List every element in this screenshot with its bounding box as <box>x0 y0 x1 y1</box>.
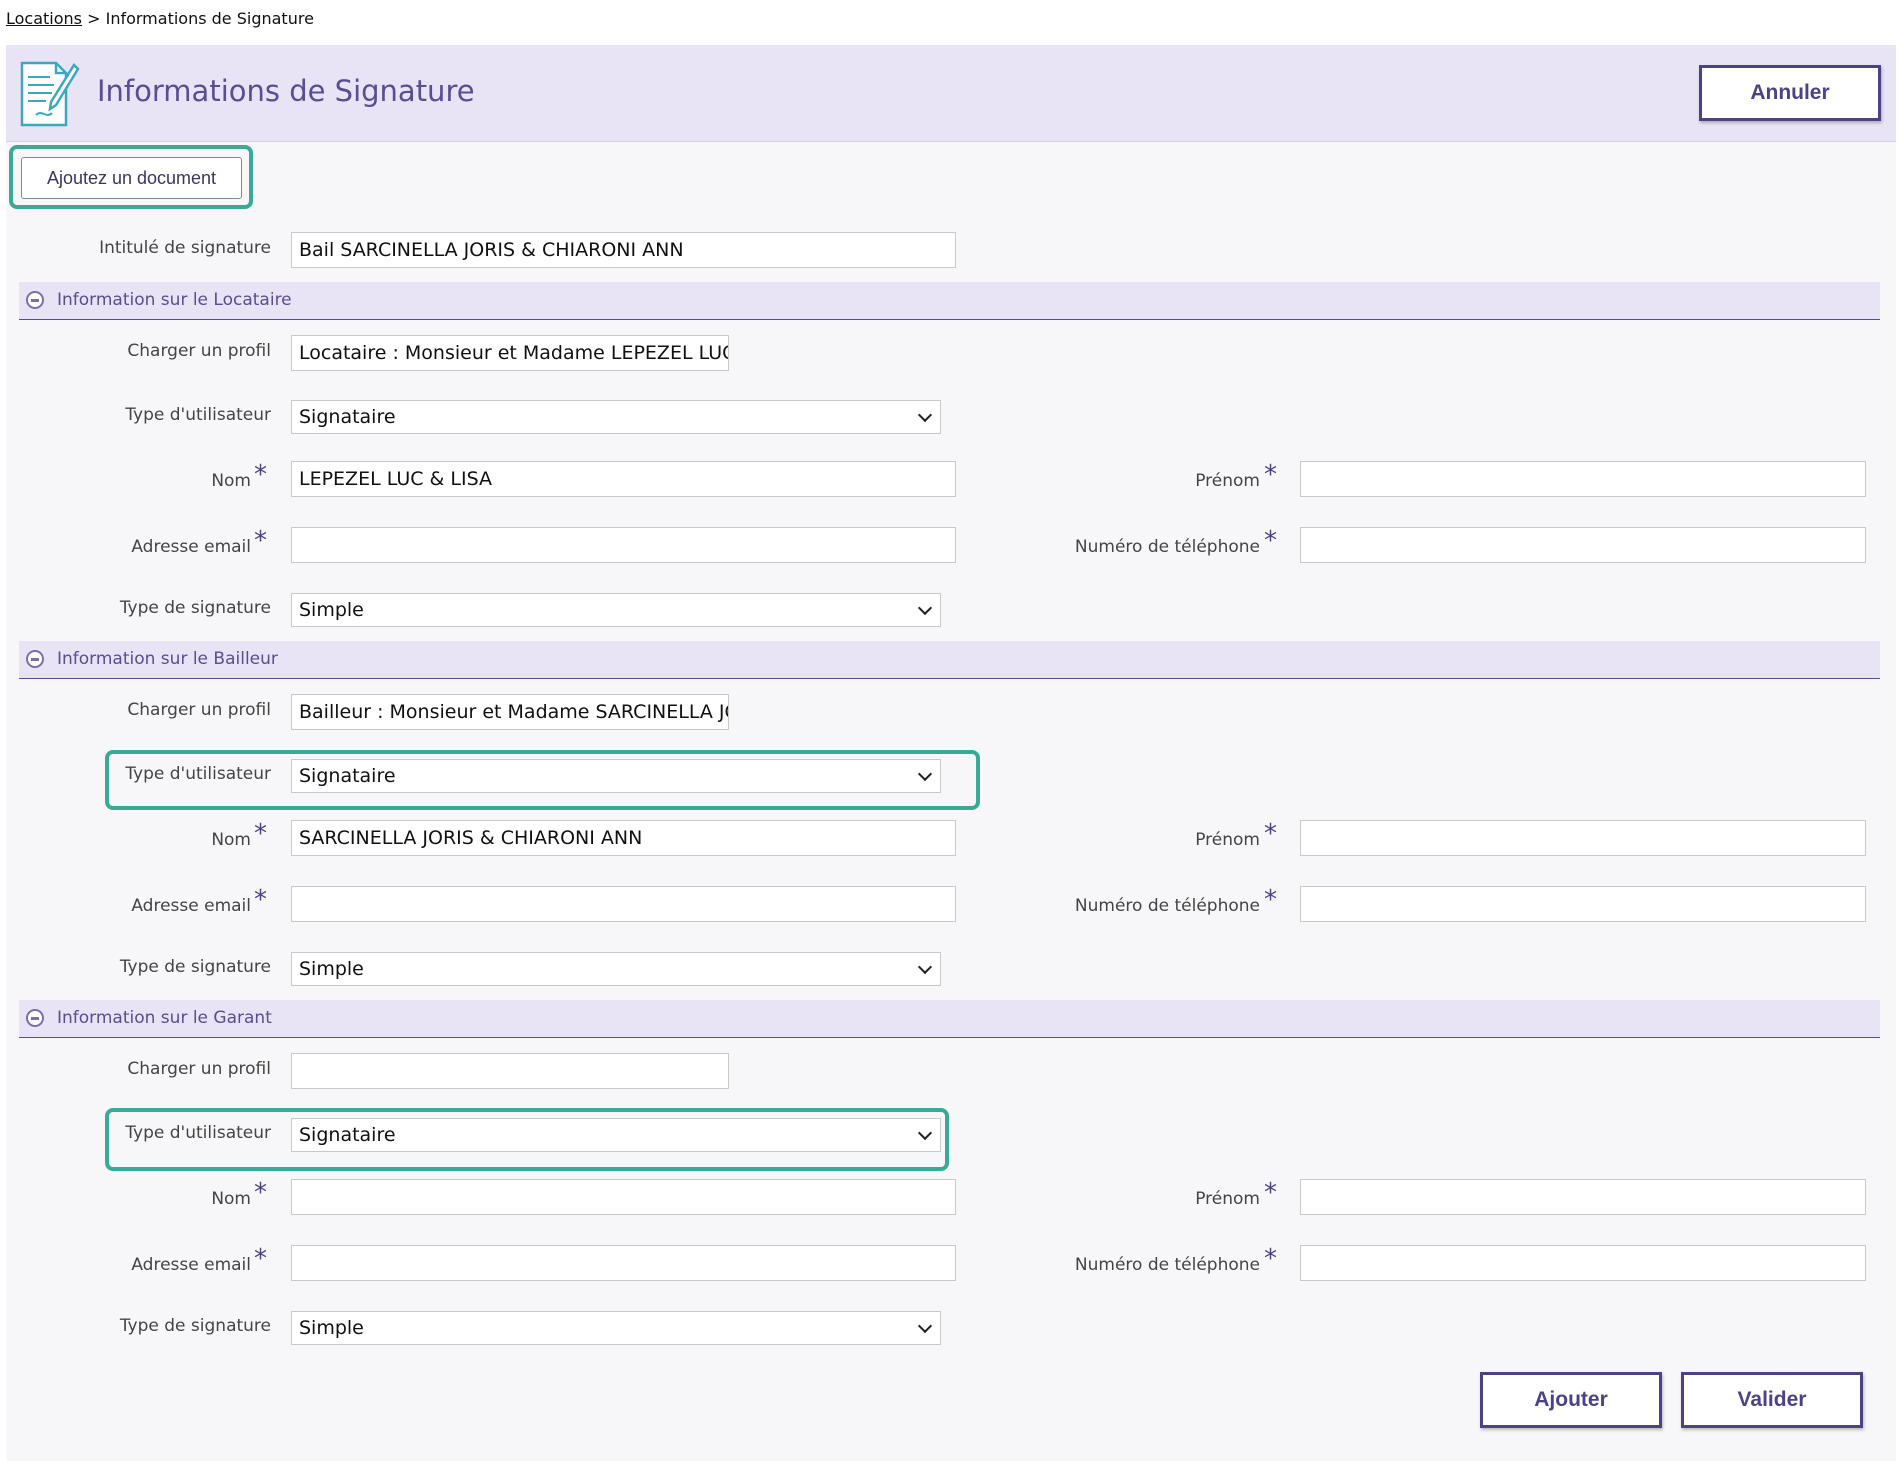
breadcrumb-separator: > <box>82 9 106 28</box>
user-type-label: Type d'utilisateur <box>125 1123 271 1143</box>
phone-input-garant[interactable] <box>1300 1245 1866 1281</box>
collapse-icon[interactable] <box>26 650 44 668</box>
sig-type-select-locataire[interactable]: Simple <box>291 593 941 627</box>
required-asterisk: * <box>254 1244 267 1274</box>
section-header-bailleur[interactable]: Information sur le Bailleur <box>19 641 1880 679</box>
email-label: Adresse email <box>131 537 251 557</box>
breadcrumb-current: Informations de Signature <box>105 9 314 28</box>
signature-title-label: Intitulé de signature <box>99 238 271 258</box>
nom-label: Nom <box>211 471 251 491</box>
nom-label: Nom <box>211 1189 251 1209</box>
sig-type-label: Type de signature <box>119 1316 271 1336</box>
section-title: Information sur le Locataire <box>57 290 292 310</box>
required-asterisk: * <box>254 819 267 849</box>
required-asterisk: * <box>254 885 267 915</box>
required-asterisk: * <box>1264 526 1277 556</box>
prenom-label: Prénom <box>1195 830 1260 850</box>
user-type-value: Signataire <box>299 765 396 787</box>
nom-input-garant[interactable] <box>291 1179 956 1215</box>
profile-label: Charger un profil <box>127 700 271 720</box>
user-type-label: Type d'utilisateur <box>125 764 271 784</box>
prenom-label: Prénom <box>1195 471 1260 491</box>
user-type-value: Signataire <box>299 406 396 428</box>
nom-input-bailleur[interactable]: SARCINELLA JORIS & CHIARONI ANN <box>291 820 956 856</box>
cancel-button[interactable]: Annuler <box>1699 65 1881 121</box>
user-type-select-bailleur[interactable]: Signataire <box>291 759 941 793</box>
user-type-value: Signataire <box>299 1124 396 1146</box>
chevron-down-icon <box>917 766 933 782</box>
section-title: Information sur le Bailleur <box>57 649 278 669</box>
main-panel: Informations de Signature Annuler Ajoute… <box>6 45 1896 1461</box>
section-header-locataire[interactable]: Information sur le Locataire <box>19 282 1880 320</box>
breadcrumb-link-locations[interactable]: Locations <box>6 9 82 28</box>
chevron-down-icon <box>917 600 933 616</box>
required-asterisk: * <box>1264 1244 1277 1274</box>
prenom-input-bailleur[interactable] <box>1300 820 1866 856</box>
chevron-down-icon <box>917 1125 933 1141</box>
email-label: Adresse email <box>131 1255 251 1275</box>
sig-type-value: Simple <box>299 599 364 621</box>
profile-label: Charger un profil <box>127 1059 271 1079</box>
chevron-down-icon <box>917 959 933 975</box>
section-header-garant[interactable]: Information sur le Garant <box>19 1000 1880 1038</box>
section-title: Information sur le Garant <box>57 1008 272 1028</box>
breadcrumb: Locations > Informations de Signature <box>6 9 314 28</box>
sig-type-select-garant[interactable]: Simple <box>291 1311 941 1345</box>
sig-type-value: Simple <box>299 958 364 980</box>
phone-label: Numéro de téléphone <box>1074 537 1260 557</box>
required-asterisk: * <box>254 526 267 556</box>
nom-input-locataire[interactable]: LEPEZEL LUC & LISA <box>291 461 956 497</box>
required-asterisk: * <box>254 1178 267 1208</box>
phone-label: Numéro de téléphone <box>1074 1255 1260 1275</box>
user-type-label: Type d'utilisateur <box>125 405 271 425</box>
page-header: Informations de Signature Annuler <box>6 45 1896 142</box>
prenom-input-locataire[interactable] <box>1300 461 1866 497</box>
add-document-button[interactable]: Ajoutez un document <box>21 157 242 199</box>
required-asterisk: * <box>1264 885 1277 915</box>
profile-label: Charger un profil <box>127 341 271 361</box>
collapse-icon[interactable] <box>26 1009 44 1027</box>
sig-type-label: Type de signature <box>119 598 271 618</box>
email-input-garant[interactable] <box>291 1245 956 1281</box>
nom-label: Nom <box>211 830 251 850</box>
email-input-locataire[interactable] <box>291 527 956 563</box>
profile-input-locataire[interactable]: Locataire : Monsieur et Madame LEPEZEL L… <box>291 335 729 371</box>
sig-type-select-bailleur[interactable]: Simple <box>291 952 941 986</box>
collapse-icon[interactable] <box>26 291 44 309</box>
required-asterisk: * <box>1264 460 1277 490</box>
required-asterisk: * <box>1264 1178 1277 1208</box>
user-type-select-garant[interactable]: Signataire <box>291 1118 941 1152</box>
email-label: Adresse email <box>131 896 251 916</box>
required-asterisk: * <box>1264 819 1277 849</box>
validate-button[interactable]: Valider <box>1681 1372 1863 1428</box>
prenom-label: Prénom <box>1195 1189 1260 1209</box>
chevron-down-icon <box>917 407 933 423</box>
add-button[interactable]: Ajouter <box>1480 1372 1662 1428</box>
sig-type-value: Simple <box>299 1317 364 1339</box>
profile-input-garant[interactable] <box>291 1053 729 1089</box>
chevron-down-icon <box>917 1318 933 1334</box>
document-signature-icon <box>16 57 80 133</box>
prenom-input-garant[interactable] <box>1300 1179 1866 1215</box>
phone-input-bailleur[interactable] <box>1300 886 1866 922</box>
user-type-select-locataire[interactable]: Signataire <box>291 400 941 434</box>
required-asterisk: * <box>254 460 267 490</box>
signature-title-input[interactable]: Bail SARCINELLA JORIS & CHIARONI ANN <box>291 232 956 268</box>
phone-label: Numéro de téléphone <box>1074 896 1260 916</box>
email-input-bailleur[interactable] <box>291 886 956 922</box>
phone-input-locataire[interactable] <box>1300 527 1866 563</box>
page-title: Informations de Signature <box>97 74 475 108</box>
sig-type-label: Type de signature <box>119 957 271 977</box>
profile-input-bailleur[interactable]: Bailleur : Monsieur et Madame SARCINELLA… <box>291 694 729 730</box>
